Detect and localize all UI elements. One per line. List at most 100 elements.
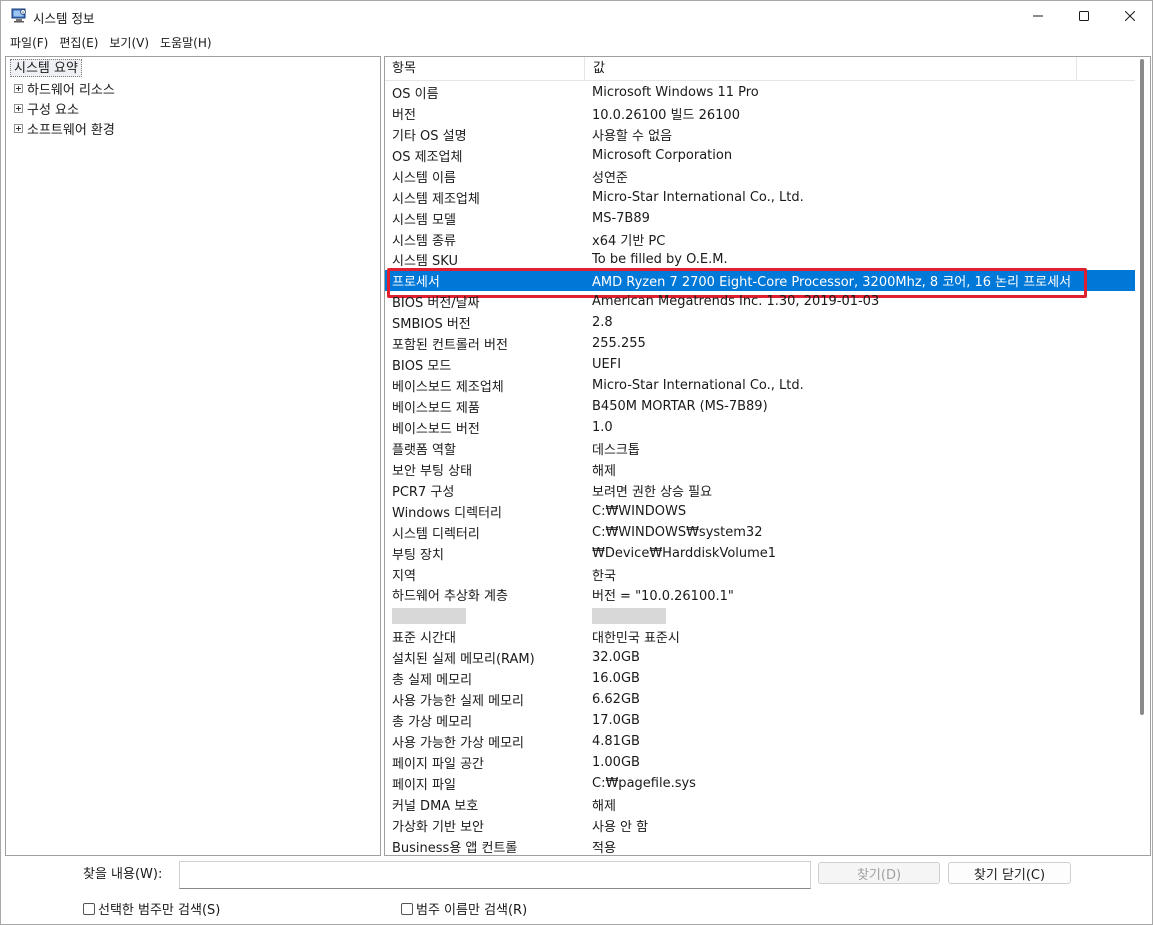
row-item-cell: 기타 OS 설명: [392, 128, 467, 144]
table-row-selected[interactable]: 프로세서 AMD Ryzen 7 2700 Eight-Core Processo…: [385, 268, 1135, 299]
column-header-item[interactable]: 항목: [385, 57, 585, 81]
table-row[interactable]: OS 제조업체 Microsoft Corporation: [385, 145, 1135, 166]
table-row[interactable]: 가상화 기반 보안 사용 안 함: [385, 815, 1135, 836]
row-item-cell: 페이지 파일 공간: [392, 756, 484, 772]
row-item-cell: 가상화 기반 보안: [392, 819, 484, 835]
table-row[interactable]: 부팅 장치 ₩Device₩HarddiskVolume1: [385, 543, 1135, 564]
row-item-cell: 버전: [392, 107, 416, 123]
table-row[interactable]: BIOS 모드 UEFI: [385, 354, 1135, 375]
row-value-cell: 17.0GB: [592, 713, 640, 729]
row-item-cell: 총 가상 메모리: [392, 715, 473, 731]
row-value-cell: x64 기반 PC: [592, 233, 666, 249]
row-item-cell: 지역: [392, 568, 416, 584]
table-row[interactable]: SMBIOS 버전 2.8: [385, 312, 1135, 333]
row-value-cell: ₩Device₩HarddiskVolume1: [592, 545, 777, 561]
row-item-cell: 시스템 모델: [392, 212, 456, 228]
row-value-cell: 적용: [592, 840, 616, 856]
table-row[interactable]: 시스템 모델 MS-7B89: [385, 208, 1135, 229]
row-item-cell: 설치된 실제 메모리(RAM): [392, 652, 535, 668]
table-row[interactable]: 보안 부팅 상태 해제: [385, 459, 1135, 480]
minimize-button[interactable]: [1015, 1, 1061, 31]
tree-item-label: 소프트웨어 환경: [27, 122, 115, 138]
table-row[interactable]: 시스템 제조업체 Micro-Star International Co., Lt…: [385, 187, 1135, 208]
tree-item-components[interactable]: 구성 요소: [14, 98, 79, 118]
row-item-cell: 하드웨어 추상화 계층: [392, 589, 508, 605]
row-item-cell: OS 제조업체: [392, 149, 463, 165]
checkbox-box[interactable]: [401, 902, 413, 915]
close-icon: [1125, 11, 1135, 21]
menu-edit[interactable]: 편집(E): [54, 32, 103, 53]
tree-item-software-environment[interactable]: 소프트웨어 환경: [14, 118, 115, 138]
table-row[interactable]: 플랫폼 역할 데스크톱: [385, 438, 1135, 459]
row-value-cell: 한국: [592, 568, 616, 584]
table-row[interactable]: 사용 가능한 가상 메모리 4.81GB: [385, 731, 1135, 752]
menu-file[interactable]: 파일(F): [5, 32, 53, 53]
row-value-cell: 1.0: [592, 419, 613, 435]
row-value-cell: 사용 안 함: [592, 819, 649, 835]
maximize-button[interactable]: [1061, 1, 1107, 31]
row-item-cell: BIOS 모드: [392, 359, 452, 375]
table-row[interactable]: [385, 605, 1135, 626]
find-input[interactable]: [179, 861, 811, 889]
row-value-cell: C:₩WINDOWS₩system32: [592, 524, 763, 540]
vertical-scrollbar[interactable]: [1140, 59, 1144, 715]
table-row[interactable]: 베이스보드 제조업체 Micro-Star International Co., …: [385, 375, 1135, 396]
row-item-cell: 표준 시간대: [392, 631, 456, 647]
row-item-cell: Business용 앱 컨트롤: [392, 840, 518, 856]
table-row[interactable]: 베이스보드 제품 B450M MORTAR (MS-7B89): [385, 396, 1135, 417]
table-row[interactable]: 시스템 디렉터리 C:₩WINDOWS₩system32: [385, 522, 1135, 543]
column-header-value[interactable]: 값: [586, 57, 1077, 81]
table-row[interactable]: 표준 시간대 대한민국 표준시: [385, 626, 1135, 647]
search-category-names-checkbox[interactable]: 범주 이름만 검색(R): [401, 899, 527, 918]
expand-plus-icon[interactable]: [14, 103, 23, 113]
table-row[interactable]: 페이지 파일 C:₩pagefile.sys: [385, 773, 1135, 794]
tree-item-system-summary[interactable]: 시스템 요약: [10, 59, 82, 77]
row-item-cell: 총 실제 메모리: [392, 673, 473, 689]
table-row[interactable]: Windows 디렉터리 C:₩WINDOWS: [385, 501, 1135, 522]
row-value-cell: 해제: [592, 463, 616, 479]
row-value-cell: MS-7B89: [592, 210, 650, 226]
expand-plus-icon[interactable]: [14, 83, 23, 93]
row-value-cell: [592, 607, 666, 624]
table-row[interactable]: 포함된 컨트롤러 버전 255.255: [385, 333, 1135, 354]
table-row[interactable]: Business용 앱 컨트롤 적용: [385, 836, 1135, 856]
search-selected-category-checkbox[interactable]: 선택한 범주만 검색(S): [83, 899, 220, 918]
table-row[interactable]: 총 가상 메모리 17.0GB: [385, 710, 1135, 731]
table-row[interactable]: PCR7 구성 보려면 권한 상승 필요: [385, 480, 1135, 501]
row-value-cell: 6.62GB: [592, 692, 640, 708]
row-item-cell: BIOS 버전/날짜: [392, 296, 480, 312]
close-find-button[interactable]: 찾기 닫기(C): [948, 862, 1071, 884]
table-row[interactable]: 기타 OS 설명 사용할 수 없음: [385, 124, 1135, 145]
redacted-text: [392, 607, 466, 624]
table-row[interactable]: 시스템 이름 성연준: [385, 166, 1135, 187]
find-button[interactable]: 찾기(D): [818, 862, 940, 884]
row-value-cell: 성연준: [592, 170, 628, 186]
table-row[interactable]: 사용 가능한 실제 메모리 6.62GB: [385, 689, 1135, 710]
table-row[interactable]: OS 이름 Microsoft Windows 11 Pro: [385, 82, 1135, 103]
table-row[interactable]: 총 실제 메모리 16.0GB: [385, 668, 1135, 689]
checkbox-box[interactable]: [83, 902, 95, 915]
menu-help[interactable]: 도움말(H): [155, 32, 217, 53]
table-row[interactable]: 커널 DMA 보호 해제: [385, 794, 1135, 815]
table-row[interactable]: 하드웨어 추상화 계층 버전 = "10.0.26100.1": [385, 585, 1135, 606]
expand-plus-icon[interactable]: [14, 123, 23, 133]
tree-item-label: 구성 요소: [27, 102, 79, 118]
table-row[interactable]: 시스템 종류 x64 기반 PC: [385, 229, 1135, 250]
row-item-cell: 베이스보드 제조업체: [392, 380, 504, 396]
row-value-cell: AMD Ryzen 7 2700 Eight-Core Processor, 3…: [592, 275, 1072, 291]
row-item-cell: PCR7 구성: [392, 484, 455, 500]
row-item-cell: 시스템 종류: [392, 233, 456, 249]
menu-view[interactable]: 보기(V): [104, 32, 154, 53]
table-row[interactable]: 페이지 파일 공간 1.00GB: [385, 752, 1135, 773]
row-value-cell: 사용할 수 없음: [592, 128, 673, 144]
row-item-cell: 커널 DMA 보호: [392, 798, 479, 814]
find-label: 찾을 내용(W):: [83, 867, 163, 882]
close-button[interactable]: [1107, 1, 1153, 31]
table-row[interactable]: 버전 10.0.26100 빌드 26100: [385, 103, 1135, 124]
table-row[interactable]: 지역 한국: [385, 564, 1135, 585]
table-row[interactable]: BIOS 버전/날짜 American Megatrends Inc. 1.30,…: [385, 291, 1135, 312]
table-row[interactable]: 시스템 SKU To be filled by O.E.M.: [385, 250, 1135, 271]
tree-item-hardware-resources[interactable]: 하드웨어 리소스: [14, 78, 115, 98]
table-row[interactable]: 베이스보드 버전 1.0: [385, 417, 1135, 438]
table-row[interactable]: 설치된 실제 메모리(RAM) 32.0GB: [385, 647, 1135, 668]
